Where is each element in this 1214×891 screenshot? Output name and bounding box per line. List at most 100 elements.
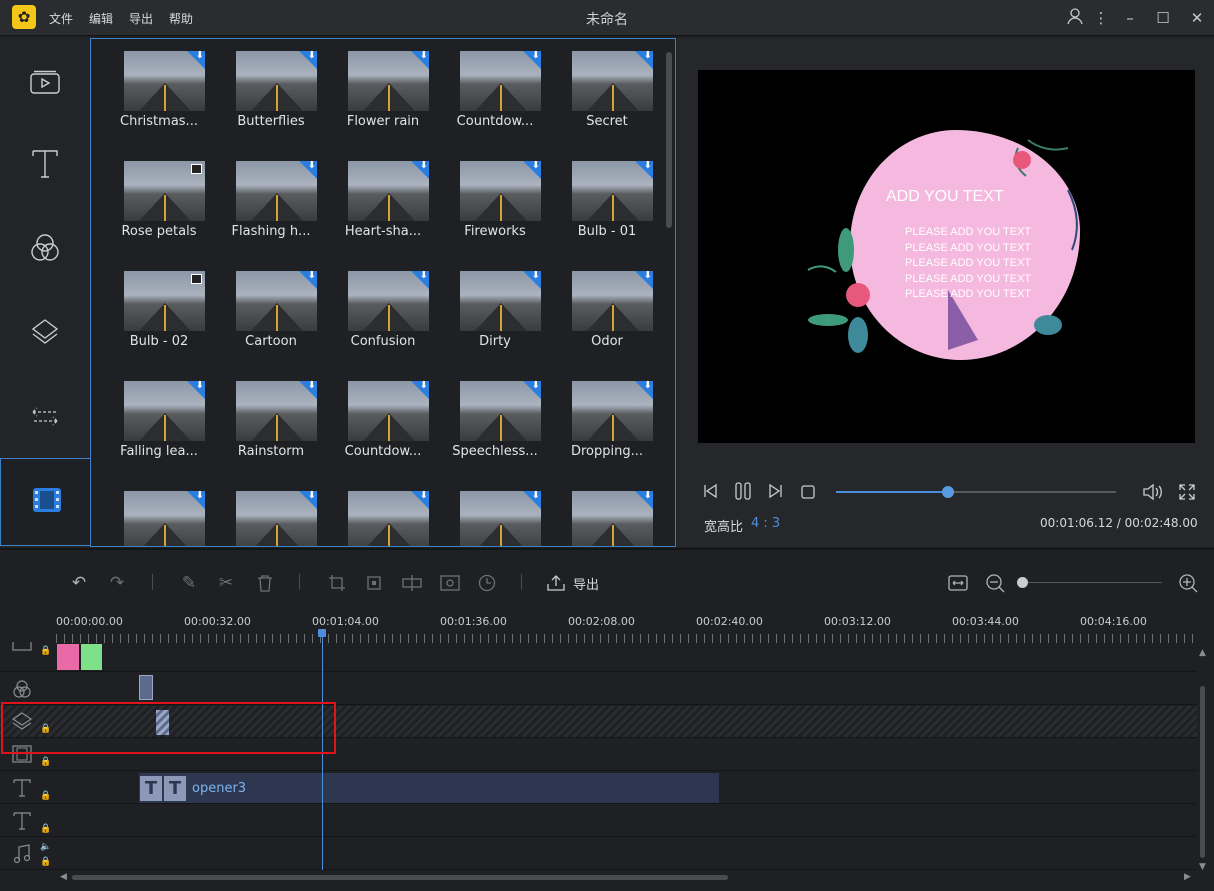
download-icon[interactable]: ⬇ xyxy=(644,51,652,61)
download-icon[interactable]: ⬇ xyxy=(532,161,540,171)
zoom-in-icon[interactable] xyxy=(1175,570,1201,596)
scroll-right-icon[interactable]: ▶ xyxy=(1184,872,1191,882)
effect-tile[interactable]: Rose petals xyxy=(103,148,215,258)
export-label[interactable]: 导出 xyxy=(573,574,599,593)
filter-clip[interactable] xyxy=(139,675,153,700)
lock-icon[interactable]: 🔒 xyxy=(40,646,51,656)
download-icon[interactable]: ⬇ xyxy=(644,271,652,281)
scroll-left-icon[interactable]: ◀ xyxy=(60,872,67,882)
download-icon[interactable]: ⬇ xyxy=(308,161,316,171)
scroll-down-icon[interactable]: ▼ xyxy=(1199,862,1206,872)
download-icon[interactable]: ⬇ xyxy=(196,51,204,61)
download-icon[interactable]: ⬇ xyxy=(644,381,652,391)
cut-icon[interactable]: ✂ xyxy=(213,570,239,596)
effect-tile[interactable]: ⬇ Christmas... xyxy=(103,39,215,148)
download-icon[interactable]: ⬇ xyxy=(644,491,652,501)
effect-tile[interactable]: ⬇ Falling lea... xyxy=(103,368,215,478)
effect-tile[interactable]: ⬇ Flower rain xyxy=(327,39,439,148)
effect-tile[interactable]: ⬇ Heart-sha... xyxy=(327,148,439,258)
effect-tile[interactable]: ⬇ xyxy=(103,478,215,546)
download-icon[interactable]: ⬇ xyxy=(308,381,316,391)
crop-icon[interactable] xyxy=(324,570,350,596)
lock-icon[interactable]: 🔒 xyxy=(40,791,51,801)
next-frame-icon[interactable] xyxy=(766,483,784,503)
lock-icon[interactable]: 🔒 xyxy=(40,824,51,834)
media-clip[interactable] xyxy=(57,644,79,670)
effect-tile[interactable]: ⬇ Odor xyxy=(551,258,663,368)
maximize-button[interactable]: ☐ xyxy=(1151,7,1175,29)
overlay-icon[interactable] xyxy=(0,292,90,372)
download-icon[interactable]: ⬇ xyxy=(420,271,428,281)
filter-icon[interactable] xyxy=(0,208,90,288)
download-icon[interactable]: ⬇ xyxy=(420,51,428,61)
lock-icon[interactable]: 🔒 xyxy=(40,757,51,767)
track-media[interactable] xyxy=(0,642,1197,672)
effect-tile[interactable]: ⬇ xyxy=(215,478,327,546)
download-icon[interactable]: ⬇ xyxy=(420,161,428,171)
download-icon[interactable]: ⬇ xyxy=(196,491,204,501)
lock-icon[interactable]: 🔒 xyxy=(40,857,51,867)
duration-icon[interactable] xyxy=(474,570,500,596)
download-icon[interactable]: ⬇ xyxy=(196,381,204,391)
effect-tile[interactable]: ⬇ Secret xyxy=(551,39,663,148)
download-icon[interactable]: ⬇ xyxy=(532,381,540,391)
vertical-scrollbar[interactable] xyxy=(1200,686,1205,858)
track-text-2[interactable] xyxy=(0,805,1197,837)
close-button[interactable]: ✕ xyxy=(1185,7,1209,29)
progress-knob[interactable] xyxy=(942,486,954,498)
zoom-out-icon[interactable] xyxy=(982,570,1008,596)
download-icon[interactable]: ⬇ xyxy=(308,271,316,281)
zoom-slider-knob[interactable] xyxy=(1017,577,1028,588)
mosaic-icon[interactable] xyxy=(361,570,387,596)
effect-tile[interactable]: ⬇ Dropping... xyxy=(551,368,663,478)
download-icon[interactable]: ⬇ xyxy=(532,51,540,61)
scroll-up-icon[interactable]: ▲ xyxy=(1199,648,1206,658)
effect-tile[interactable]: ⬇ Fireworks xyxy=(439,148,551,258)
aspect-value[interactable]: 4 : 3 xyxy=(751,516,780,531)
effect-tile[interactable]: ⬇ Bulb - 01 xyxy=(551,148,663,258)
download-icon[interactable]: ⬇ xyxy=(308,491,316,501)
effect-tile[interactable]: ⬇ Dirty xyxy=(439,258,551,368)
pause-icon[interactable] xyxy=(734,481,752,505)
effect-tile[interactable]: ⬇ xyxy=(551,478,663,546)
download-icon[interactable]: ⬇ xyxy=(532,271,540,281)
delete-icon[interactable] xyxy=(252,570,278,596)
grid-scrollbar[interactable] xyxy=(666,52,672,228)
minimize-button[interactable]: – xyxy=(1118,7,1142,29)
prev-frame-icon[interactable] xyxy=(702,483,720,503)
fullscreen-icon[interactable] xyxy=(1178,483,1196,505)
horizontal-scrollbar[interactable] xyxy=(72,875,728,880)
effect-tile[interactable]: ⬇ Butterflies xyxy=(215,39,327,148)
split-icon[interactable] xyxy=(399,570,425,596)
volume-icon[interactable] xyxy=(1142,483,1164,505)
sidebar-item-element[interactable] xyxy=(0,458,91,546)
export-icon[interactable] xyxy=(543,570,569,596)
undo-icon[interactable]: ↶ xyxy=(66,570,92,596)
effect-tile[interactable]: ⬇ xyxy=(327,478,439,546)
media-clip[interactable] xyxy=(81,644,102,670)
effect-tile[interactable]: ⬇ Flashing h... xyxy=(215,148,327,258)
edit-icon[interactable]: ✎ xyxy=(176,570,202,596)
fit-timeline-icon[interactable] xyxy=(945,570,971,596)
effect-tile[interactable]: Bulb - 02 xyxy=(103,258,215,368)
download-icon[interactable]: ⬇ xyxy=(644,161,652,171)
effect-tile[interactable]: ⬇ Countdow... xyxy=(439,39,551,148)
effect-tile[interactable]: ⬇ Rainstorm xyxy=(215,368,327,478)
effect-tile[interactable]: ⬇ Confusion xyxy=(327,258,439,368)
more-options-icon[interactable]: ⋮ xyxy=(1089,7,1113,29)
user-icon[interactable] xyxy=(1063,7,1087,29)
effect-tile[interactable]: ⬇ xyxy=(439,478,551,546)
track-music[interactable] xyxy=(0,838,1197,870)
stop-icon[interactable] xyxy=(801,485,815,503)
effect-tile[interactable]: ⬇ Countdow... xyxy=(327,368,439,478)
zoom-slider-track[interactable] xyxy=(1020,582,1162,583)
freeze-frame-icon[interactable] xyxy=(437,570,463,596)
download-icon[interactable]: ⬇ xyxy=(532,491,540,501)
media-icon[interactable] xyxy=(0,42,90,122)
download-icon[interactable]: ⬇ xyxy=(420,381,428,391)
playhead-handle[interactable] xyxy=(318,629,326,637)
download-icon[interactable]: ⬇ xyxy=(420,491,428,501)
track-filter[interactable] xyxy=(0,673,1197,705)
effect-tile[interactable]: ⬇ Speechless... xyxy=(439,368,551,478)
download-icon[interactable]: ⬇ xyxy=(308,51,316,61)
